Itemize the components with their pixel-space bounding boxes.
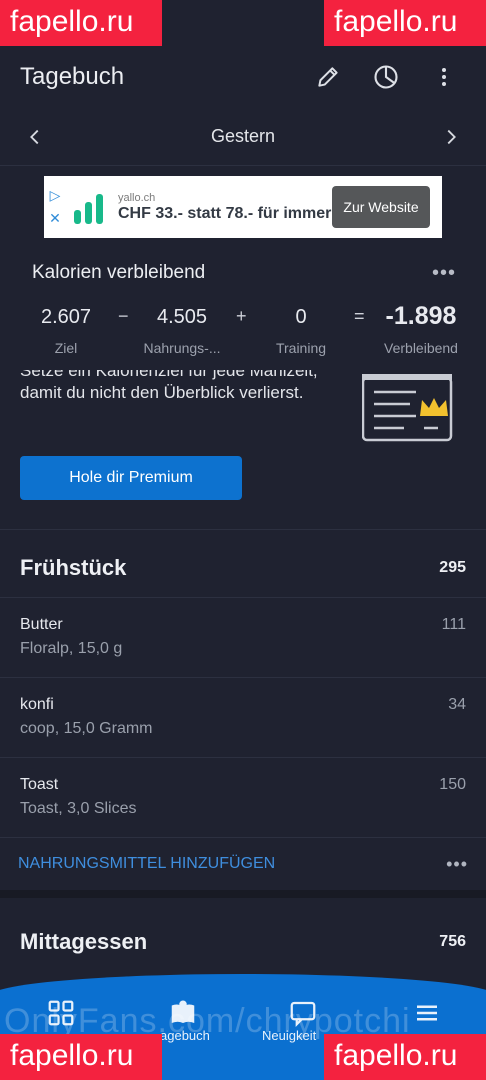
watermark-bottom-right: fapello.ru	[324, 1034, 486, 1080]
goal-label: Ziel	[54, 340, 78, 356]
ad-domain: yallo.ch	[118, 191, 156, 204]
chevron-right-icon[interactable]	[440, 126, 462, 148]
food-item[interactable]: konfi coop, 15,0 Gramm 34	[0, 678, 486, 758]
current-date: Gestern	[210, 126, 276, 146]
ad-info[interactable]: ▷ ✕	[44, 176, 66, 238]
ad-logo	[66, 176, 110, 238]
calories-more-button[interactable]: •••	[432, 262, 456, 285]
add-food-button[interactable]: NAHRUNGSMITTEL HINZUFÜGEN	[18, 855, 275, 873]
menu-icon[interactable]	[412, 998, 442, 1028]
watermark-top-right: fapello.ru	[324, 0, 486, 46]
more-vertical-icon	[442, 68, 446, 86]
lunch-header[interactable]: Mittagessen 756	[0, 912, 486, 972]
plus-operator: +	[236, 306, 247, 326]
food-name: Toast	[20, 776, 59, 793]
meal-more-button[interactable]: •••	[446, 854, 468, 875]
ad-cta-button[interactable]: Zur Website	[332, 186, 430, 228]
remaining-label: Verbleibend	[384, 340, 458, 356]
food-name: konfi	[20, 696, 54, 713]
ad-headline: CHF 33.- statt 78.- für immer	[118, 204, 332, 222]
more-menu-button[interactable]	[422, 55, 466, 99]
calories-summary: Kalorien verbleibend ••• 2.607 Ziel − 4.…	[0, 244, 486, 370]
page-title: Tagebuch	[20, 63, 125, 90]
promo-text: Setze ein Kalorienziel für jede Mahlzeit…	[20, 370, 318, 402]
goal-value: 2.607	[40, 306, 92, 328]
pencil-icon	[318, 67, 338, 87]
edit-button[interactable]	[306, 55, 350, 99]
premium-list-icon	[362, 374, 453, 442]
date-navigator: Gestern	[0, 108, 486, 166]
watermark-top-left: fapello.ru	[0, 0, 162, 46]
ad-choices-icon[interactable]: ▷	[50, 187, 61, 204]
minus-operator: −	[118, 306, 129, 326]
exercise-value: 0	[295, 306, 307, 328]
breakfast-title: Frühstück	[20, 554, 127, 580]
food-description: Toast, 3,0 Slices	[20, 800, 137, 817]
food-description: coop, 15,0 Gramm	[20, 720, 153, 737]
food-item[interactable]: Butter Floralp, 15,0 g 111	[0, 598, 486, 678]
ad-text: yallo.ch CHF 33.- statt 78.- für immer	[110, 192, 332, 223]
food-value: 4.505	[156, 306, 208, 328]
calories-title: Kalorien verbleibend	[32, 262, 206, 283]
app-bar: Tagebuch	[0, 46, 486, 108]
food-item[interactable]: Toast Toast, 3,0 Slices 150	[0, 758, 486, 838]
lunch-total: 756	[439, 933, 466, 950]
remaining-value: -1.898	[385, 302, 457, 330]
breakfast-total: 295	[439, 558, 466, 576]
food-calories: 150	[439, 776, 466, 793]
watermark-bottom-left: fapello.ru	[0, 1034, 162, 1080]
crown-icon	[420, 398, 448, 416]
pie-chart-icon	[374, 65, 398, 89]
add-food-row: NAHRUNGSMITTEL HINZUFÜGEN •••	[0, 838, 486, 898]
premium-promo: Setze ein Kalorienziel für jede Mahlzeit…	[0, 370, 486, 530]
equals-operator: =	[354, 306, 365, 326]
nutrition-chart-button[interactable]	[364, 55, 408, 99]
get-premium-button[interactable]: Hole dir Premium	[20, 456, 242, 500]
exercise-label: Training	[275, 340, 327, 356]
food-calories: 111	[441, 616, 466, 633]
food-name: Butter	[20, 616, 63, 633]
food-label: Nahrungs-...	[143, 340, 221, 356]
food-description: Floralp, 15,0 g	[20, 640, 123, 657]
ad-banner[interactable]: ▷ ✕ yallo.ch CHF 33.- statt 78.- für imm…	[44, 176, 442, 238]
lunch-title: Mittagessen	[20, 929, 148, 954]
close-icon[interactable]: ✕	[49, 210, 61, 227]
food-calories: 34	[448, 696, 466, 713]
breakfast-section: Frühstück 295 Butter Floralp, 15,0 g 111…	[0, 538, 486, 898]
chevron-left-icon[interactable]	[24, 126, 46, 148]
breakfast-header[interactable]: Frühstück 295	[0, 538, 486, 598]
lunch-section: Mittagessen 756	[0, 912, 486, 972]
